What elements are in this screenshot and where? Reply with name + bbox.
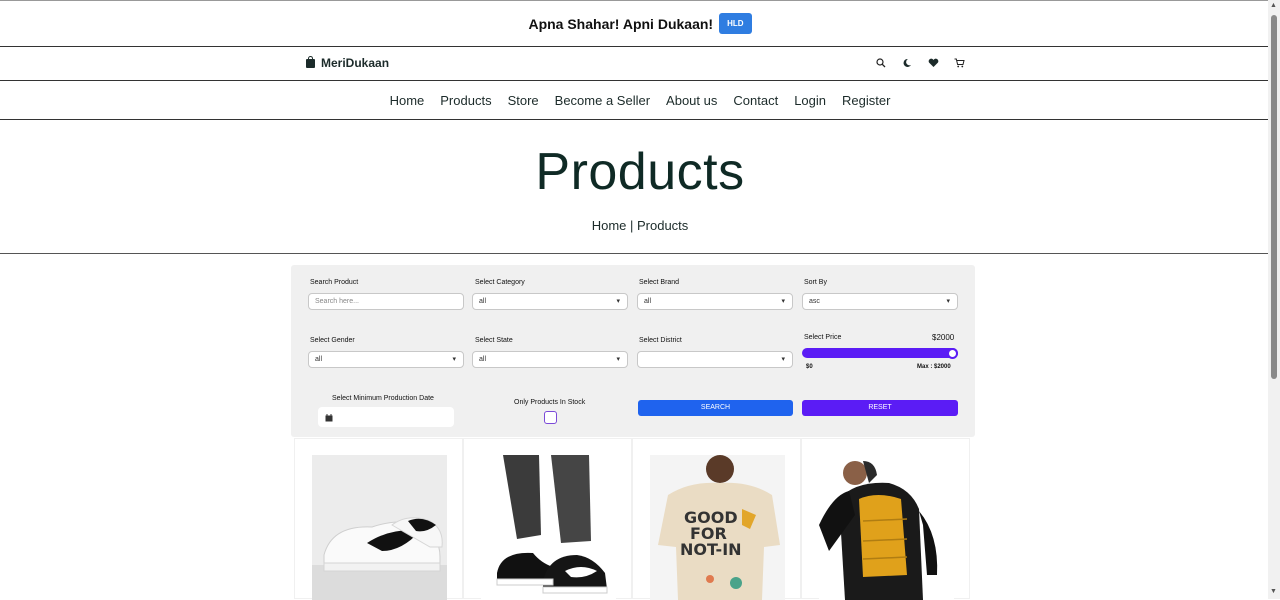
product-card[interactable]: [463, 438, 632, 600]
in-stock-checkbox[interactable]: [544, 411, 557, 424]
product-image-black-sneakers[interactable]: [481, 455, 616, 600]
nav-contact[interactable]: Contact: [733, 93, 778, 108]
price-max: Max : $2000: [917, 364, 951, 370]
brand-logo[interactable]: MeriDukaan: [306, 55, 390, 70]
page-hero: Products Home | Products: [0, 120, 1280, 254]
shopping-bag-icon: [306, 55, 315, 68]
sort-select[interactable]: asc: [802, 293, 958, 310]
stock-label: Only Products In Stock: [514, 399, 586, 406]
announcement-bar: Apna Shahar! Apni Dukaan! HLD: [0, 0, 1280, 47]
brand-select[interactable]: all: [637, 293, 793, 310]
product-image-white-sneakers[interactable]: [312, 455, 447, 600]
page-scrollbar[interactable]: ▲ ▼: [1268, 0, 1280, 599]
sort-label: Sort By: [804, 279, 827, 286]
price-min: $0: [806, 364, 813, 370]
gender-select[interactable]: all: [308, 351, 464, 368]
price-slider-track[interactable]: [802, 348, 958, 358]
district-label: Select District: [639, 337, 682, 344]
heart-icon[interactable]: [926, 56, 940, 70]
nav-login[interactable]: Login: [794, 93, 826, 108]
date-label: Select Minimum Production Date: [332, 395, 434, 402]
nav-store[interactable]: Store: [508, 93, 539, 108]
brand-bar: MeriDukaan: [0, 47, 1280, 81]
state-label: Select State: [475, 337, 513, 344]
filters-panel: Search Product Search here... Select Cat…: [291, 265, 975, 437]
scroll-down-icon[interactable]: ▼: [1270, 588, 1277, 595]
date-input[interactable]: [318, 407, 454, 427]
svg-text:NOT-IN: NOT-IN: [680, 540, 742, 559]
breadcrumb: Home | Products: [591, 218, 689, 233]
gender-label: Select Gender: [310, 337, 355, 344]
cart-icon[interactable]: [952, 56, 966, 70]
nav-about[interactable]: About us: [666, 93, 717, 108]
hld-badge[interactable]: HLD: [719, 13, 752, 34]
nav-become-seller[interactable]: Become a Seller: [555, 93, 650, 108]
reset-button[interactable]: RESET: [802, 400, 958, 416]
product-image-printed-tshirt[interactable]: GOOD FOR NOT-IN: [650, 455, 785, 600]
district-select[interactable]: [637, 351, 793, 368]
nav-products[interactable]: Products: [440, 93, 491, 108]
moon-icon[interactable]: [900, 56, 914, 70]
product-image-puffer-vest[interactable]: [819, 455, 954, 600]
calendar-icon: [325, 414, 333, 422]
main-nav: Home Products Store Become a Seller Abou…: [0, 81, 1280, 120]
search-product-label: Search Product: [310, 279, 359, 286]
state-select[interactable]: all: [472, 351, 628, 368]
page-title: Products: [535, 143, 745, 201]
product-card[interactable]: GOOD FOR NOT-IN: [632, 438, 801, 600]
brand-name: MeriDukaan: [321, 56, 390, 70]
product-grid: GOOD FOR NOT-IN: [294, 438, 972, 600]
category-select[interactable]: all: [472, 293, 628, 310]
brand-label: Select Brand: [639, 279, 680, 286]
scroll-up-icon[interactable]: ▲: [1270, 2, 1277, 9]
announcement-tagline: Apna Shahar! Apni Dukaan!: [528, 15, 714, 32]
product-card[interactable]: [801, 438, 970, 600]
price-slider-handle[interactable]: [947, 348, 958, 359]
price-label: Select Price: [804, 334, 842, 341]
search-button[interactable]: SEARCH: [638, 400, 793, 416]
price-value: $2000: [932, 333, 955, 342]
search-input[interactable]: Search here...: [308, 293, 464, 310]
search-icon[interactable]: [874, 56, 888, 70]
header-icons: [874, 56, 966, 70]
product-card[interactable]: [294, 438, 463, 600]
scrollbar-thumb[interactable]: [1271, 15, 1277, 379]
nav-home[interactable]: Home: [390, 93, 425, 108]
category-label: Select Category: [475, 279, 525, 286]
nav-register[interactable]: Register: [842, 93, 890, 108]
